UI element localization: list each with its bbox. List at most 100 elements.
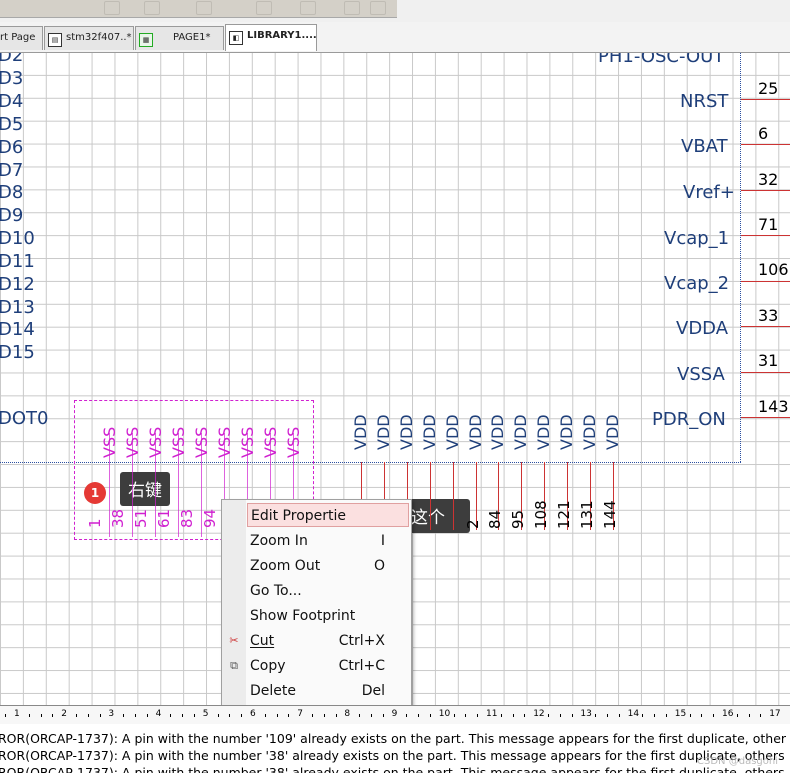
vdd-pin-number: 108: [532, 500, 551, 529]
ruler-tick-label: 17: [769, 709, 781, 719]
pin-line: [741, 417, 790, 418]
ruler-minor-tick: [760, 714, 762, 717]
tab-label: PAGE1*: [173, 32, 211, 43]
vdd-pin-number: 2: [463, 519, 482, 529]
menu-item-label: Zoom Out: [250, 558, 321, 574]
part-body-edge: [740, 53, 741, 462]
toolbar-ghost-icon[interactable]: [370, 1, 386, 15]
menu-shortcut: Ctrl+C: [338, 658, 385, 674]
pin-number: 71: [758, 215, 779, 234]
pin-label: VBAT: [681, 136, 728, 157]
ruler-tick-label: 13: [580, 709, 592, 719]
pin-number: 32: [758, 170, 779, 189]
menu-item-cut[interactable]: Cut Ctrl+X: [247, 629, 409, 653]
ruler-minor-tick: [477, 714, 479, 717]
ruler-minor-tick: [512, 714, 514, 717]
tab-library[interactable]: ◧ LIBRARY1....: [225, 24, 317, 51]
toolbar-ghost-icon[interactable]: [196, 1, 212, 15]
watermark: CSDN @dasgohi: [697, 756, 778, 767]
ruler-tick-label: 3: [108, 709, 115, 719]
ruler-minor-tick: [135, 714, 136, 717]
toolbar-ghost-icon[interactable]: [144, 1, 160, 15]
menu-item-label: Cut: [250, 633, 275, 649]
menu-item-go-to[interactable]: Go To...: [247, 579, 409, 603]
ruler-tick-label: 5: [202, 709, 209, 719]
horizontal-ruler: 1 2 3 4 5 6 7 8 9 10 11 12 13 14 15 16 17: [0, 705, 790, 725]
ruler-minor-tick: [642, 714, 644, 717]
vdd-pin-line: [452, 462, 454, 530]
document-tab-bar: rt Page ▤ stm32f407..* ▦ PAGE1* ◧ LIBRARY1.…: [0, 22, 790, 53]
tab-page1[interactable]: ▦ PAGE1*: [135, 26, 224, 50]
step-badge: 1: [84, 482, 106, 504]
ruler-tick-label: 2: [61, 709, 67, 719]
context-menu: Edit Propertie Zoom In I Zoom Out O Go To.…: [221, 499, 412, 706]
ruler-minor-tick: [276, 714, 278, 717]
toolbar-ghost-icon[interactable]: [104, 1, 120, 15]
pin-line: [741, 190, 790, 191]
ruler-minor-tick: [99, 714, 101, 717]
pin-number: 6: [758, 124, 769, 143]
ruler-minor-tick: [430, 714, 431, 717]
vdd-pin-label: VDD: [511, 414, 531, 450]
toolbar-ghost-icon[interactable]: [344, 1, 360, 15]
ruler-minor-tick: [453, 714, 455, 717]
vdd-pin-number: 84: [486, 509, 505, 529]
ruler-minor-tick: [595, 714, 597, 717]
tab-start-page[interactable]: rt Page: [0, 26, 43, 50]
vdd-pin-number: 121: [555, 500, 574, 529]
pin-line: [741, 235, 790, 236]
ruler-minor-tick: [170, 714, 172, 717]
ruler-tick-label: 12: [533, 709, 545, 719]
menu-shortcut: O: [373, 558, 385, 574]
vdd-pin-label: VDD: [602, 414, 622, 450]
menu-shortcut: Ctrl+X: [338, 633, 385, 649]
toolbar-ghost-icon[interactable]: [256, 1, 272, 15]
pin-line: [741, 326, 790, 327]
ruler-minor-tick: [701, 714, 703, 717]
ruler-minor-tick: [748, 714, 750, 717]
toolbar-ghost-icon[interactable]: [300, 1, 316, 15]
vdd-pin-label: VDD: [557, 414, 577, 450]
ruler-minor-tick: [241, 714, 243, 717]
pin-label: D6: [0, 137, 24, 158]
ruler-minor-tick: [689, 714, 691, 717]
pin-number: 143: [758, 397, 789, 416]
ruler-minor-tick: [5, 714, 7, 717]
ruler-minor-tick: [288, 714, 290, 717]
menu-item-delete[interactable]: Delete Del: [247, 679, 409, 703]
pin-label: Vref+: [683, 182, 735, 203]
pin-label: D10: [0, 228, 35, 249]
menu-shortcut: Del: [361, 683, 385, 699]
pin-label: D15: [0, 342, 35, 363]
pin-label: D2: [0, 53, 24, 66]
vss-pin-number: 83: [178, 508, 196, 528]
ruler-minor-tick: [418, 714, 420, 717]
pin-label: D8: [0, 182, 24, 203]
pin-number: 33: [758, 306, 779, 325]
vdd-pin-label: VDD: [442, 414, 462, 450]
vdd-pin-label: VDD: [488, 414, 508, 450]
ruler-minor-tick: [406, 714, 408, 717]
tab-project[interactable]: ▤ stm32f407..*: [44, 26, 134, 50]
vdd-pin-label: VDD: [580, 414, 599, 450]
pin-label: D7: [0, 160, 24, 181]
menu-item-copy[interactable]: Copy Ctrl+C: [247, 654, 409, 678]
ruler-tick-label: 7: [297, 709, 303, 719]
menu-item-zoom-in[interactable]: Zoom In I: [247, 529, 409, 553]
scissors-icon: ✂: [229, 634, 239, 647]
menu-item-label: Show Footprint: [250, 608, 356, 624]
tree-icon: ▤: [48, 33, 62, 47]
menu-item-label: Copy: [250, 658, 286, 674]
menu-item-edit-properties[interactable]: Edit Propertie: [247, 503, 409, 527]
main-toolbar: [0, 0, 397, 18]
ruler-minor-tick: [559, 714, 561, 717]
menu-item-show-footprint[interactable]: Show Footprint: [247, 604, 409, 628]
ruler-tick-label: 16: [722, 709, 734, 719]
session-log[interactable]: ROR(ORCAP-1737): A pin with the number '…: [0, 724, 790, 773]
ruler-minor-tick: [666, 714, 667, 717]
pin-label: VDDA: [676, 318, 729, 339]
ruler-minor-tick: [713, 714, 715, 717]
menu-item-zoom-out[interactable]: Zoom Out O: [247, 554, 409, 578]
vdd-pin-number: 144: [600, 500, 619, 529]
menu-icon-stripe: [222, 500, 246, 705]
